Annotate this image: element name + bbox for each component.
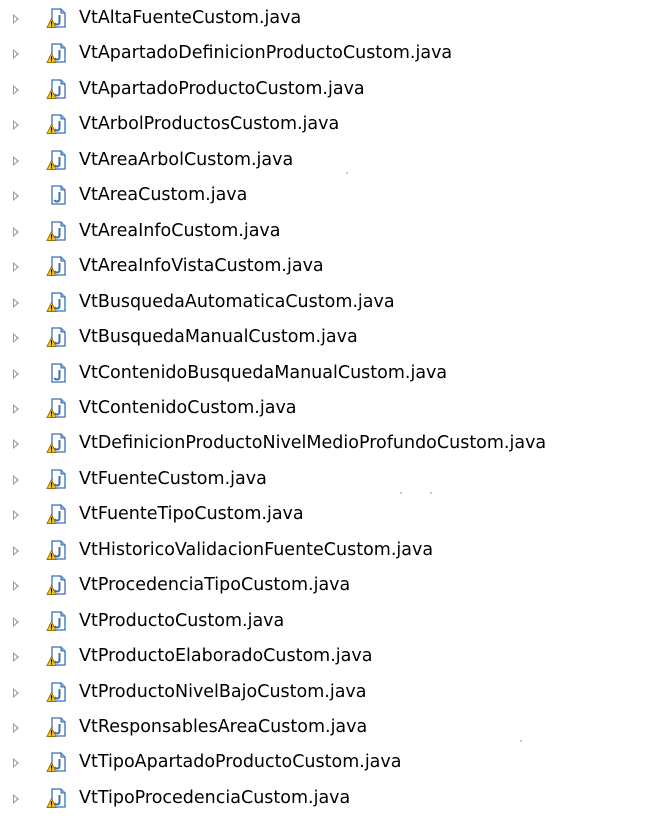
expand-arrow-icon[interactable] [13, 687, 19, 698]
package-explorer-tree: VtAltaFuenteCustom.java VtApartadoDefinic… [0, 0, 667, 827]
file-name-label: VtBusquedaAutomaticaCustom.java [79, 291, 395, 312]
java-file-dirty-icon [46, 291, 68, 313]
expand-arrow-icon[interactable] [13, 793, 19, 804]
tree-item-file[interactable]: VtAreaArbolCustom.java [0, 143, 667, 178]
tree-item-file[interactable]: VtBusquedaManualCustom.java [0, 320, 667, 355]
expand-arrow-icon[interactable] [13, 120, 19, 131]
tree-item-file[interactable]: VtProductoCustom.java [0, 604, 667, 639]
expand-arrow-icon[interactable] [13, 14, 19, 24]
java-file-dirty-icon [46, 255, 68, 277]
expand-arrow-icon[interactable] [13, 49, 19, 60]
tree-item-file[interactable]: VtAltaFuenteCustom.java [0, 1, 667, 36]
java-file-dirty-icon [46, 574, 68, 596]
java-file-icon [46, 362, 68, 384]
file-name-label: VtFuenteTipoCustom.java [79, 504, 304, 525]
render-artifact [430, 492, 432, 494]
expand-arrow-icon[interactable] [13, 155, 19, 166]
file-name-label: VtContenidoCustom.java [79, 397, 297, 418]
java-file-dirty-icon [46, 397, 68, 419]
file-name-label: VtAreaCustom.java [79, 185, 248, 206]
file-name-label: VtProcedenciaTipoCustom.java [79, 575, 351, 596]
expand-arrow-icon[interactable] [13, 652, 19, 663]
file-name-label: VtDefinicionProductoNivelMedioProfundoCu… [79, 433, 547, 454]
java-file-dirty-icon [46, 113, 68, 135]
tree-item-file[interactable]: VtAreaCustom.java [0, 178, 667, 213]
expand-arrow-icon[interactable] [13, 368, 19, 379]
tree-item-file[interactable]: VtArbolProductosCustom.java [0, 107, 667, 142]
tree-item-file[interactable]: VtFuenteTipoCustom.java [0, 497, 667, 532]
expand-arrow-icon[interactable] [13, 191, 19, 202]
tree-item-file[interactable]: VtFuenteCustom.java [0, 462, 667, 497]
tree-item-file[interactable]: VtProductoElaboradoCustom.java [0, 639, 667, 674]
java-file-dirty-icon [46, 681, 68, 703]
expand-arrow-icon[interactable] [13, 758, 19, 769]
file-name-label: VtAreaInfoCustom.java [79, 220, 281, 241]
render-artifact [520, 740, 522, 742]
tree-item-file[interactable]: VtTipoApartadoProductoCustom.java [0, 745, 667, 780]
tree-item-file[interactable]: VtProcedenciaTipoCustom.java [0, 568, 667, 603]
expand-arrow-icon[interactable] [13, 262, 19, 273]
file-name-label: VtProductoCustom.java [79, 610, 285, 631]
file-name-label: VtApartadoProductoCustom.java [79, 78, 365, 99]
tree-item-file[interactable]: VtResponsablesAreaCustom.java [0, 710, 667, 745]
java-file-dirty-icon [46, 645, 68, 667]
expand-arrow-icon[interactable] [13, 474, 19, 485]
java-file-dirty-icon [46, 7, 68, 29]
render-artifact [346, 172, 348, 174]
java-file-dirty-icon [46, 42, 68, 64]
file-name-label: VtApartadoDefinicionProductoCustom.java [79, 43, 453, 64]
file-name-label: VtProductoElaboradoCustom.java [79, 646, 373, 667]
tree-item-file[interactable]: VtTipoProcedenciaCustom.java [0, 781, 667, 816]
expand-arrow-icon[interactable] [13, 510, 19, 521]
tree-item-file[interactable]: VtApartadoDefinicionProductoCustom.java [0, 36, 667, 71]
tree-item-file[interactable]: VtAreaInfoVistaCustom.java [0, 249, 667, 284]
render-artifact [400, 492, 402, 494]
file-name-label: VtAreaArbolCustom.java [79, 149, 294, 170]
java-file-dirty-icon [46, 220, 68, 242]
file-name-label: VtAltaFuenteCustom.java [79, 8, 302, 28]
expand-arrow-icon[interactable] [13, 581, 19, 592]
file-name-label: VtTipoProcedenciaCustom.java [79, 787, 351, 808]
tree-item-file[interactable]: VtDefinicionProductoNivelMedioProfundoCu… [0, 426, 667, 461]
expand-arrow-icon[interactable] [13, 545, 19, 556]
file-name-label: VtArbolProductosCustom.java [79, 114, 340, 135]
file-name-label: VtTipoApartadoProductoCustom.java [79, 752, 402, 773]
java-file-dirty-icon [46, 751, 68, 773]
java-file-dirty-icon [46, 432, 68, 454]
file-name-label: VtProductoNivelBajoCustom.java [79, 681, 367, 702]
expand-arrow-icon[interactable] [13, 333, 19, 344]
java-file-dirty-icon [46, 78, 68, 100]
java-file-dirty-icon [46, 503, 68, 525]
expand-arrow-icon[interactable] [13, 226, 19, 237]
java-file-dirty-icon [46, 539, 68, 561]
expand-arrow-icon[interactable] [13, 297, 19, 308]
file-name-label: VtHistoricoValidacionFuenteCustom.java [79, 539, 434, 560]
expand-arrow-icon[interactable] [13, 403, 19, 414]
java-file-dirty-icon [46, 326, 68, 348]
expand-arrow-icon[interactable] [13, 439, 19, 450]
expand-arrow-icon[interactable] [13, 723, 19, 733]
file-name-label: VtContenidoBusquedaManualCustom.java [79, 362, 448, 383]
expand-arrow-icon[interactable] [13, 616, 19, 627]
java-file-dirty-icon [46, 787, 68, 809]
tree-item-file[interactable]: VtBusquedaAutomaticaCustom.java [0, 285, 667, 320]
file-name-label: VtFuenteCustom.java [79, 468, 267, 489]
tree-item-file[interactable]: VtApartadoProductoCustom.java [0, 72, 667, 107]
tree-item-file[interactable]: VtProductoNivelBajoCustom.java [0, 675, 667, 710]
file-name-label: VtResponsablesAreaCustom.java [79, 717, 368, 737]
java-file-dirty-icon [46, 716, 68, 738]
file-name-label: VtBusquedaManualCustom.java [79, 327, 358, 348]
tree-item-file[interactable]: VtContenidoBusquedaManualCustom.java [0, 356, 667, 391]
expand-arrow-icon[interactable] [13, 84, 19, 95]
tree-item-file[interactable]: VtAreaInfoCustom.java [0, 214, 667, 249]
file-name-label: VtAreaInfoVistaCustom.java [79, 256, 324, 277]
java-file-dirty-icon [46, 468, 68, 490]
tree-item-file[interactable]: VtHistoricoValidacionFuenteCustom.java [0, 533, 667, 568]
tree-item-file[interactable]: VtContenidoCustom.java [0, 391, 667, 426]
java-file-icon [46, 184, 68, 206]
java-file-dirty-icon [46, 610, 68, 632]
java-file-dirty-icon [46, 149, 68, 171]
